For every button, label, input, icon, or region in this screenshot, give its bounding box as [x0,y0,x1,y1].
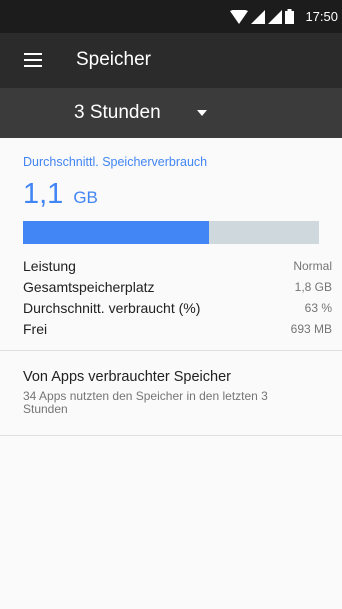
apps-memory-item[interactable]: Von Apps verbrauchter Speicher 34 Apps n… [0,351,342,435]
menu-icon[interactable] [22,50,46,70]
memory-usage-fill [23,221,210,244]
memory-usage-bar [23,221,319,244]
status-time: 17:50 [305,9,338,24]
memory-stats: Leistung Normal Gesamtspeicherplatz 1,8 … [23,255,332,339]
stat-value-avg-used: 63 % [304,300,332,315]
avg-memory-value: 1,1 GB [23,178,98,211]
stat-row: Gesamtspeicherplatz 1,8 GB [23,276,332,297]
stat-label-total: Gesamtspeicherplatz [23,278,155,295]
app-bar: Speicher [0,33,342,88]
divider [0,435,342,436]
avg-memory-title: Durchschnittl. Speicherverbrauch [23,155,208,169]
stat-value-performance: Normal [293,258,332,273]
apps-memory-title: Von Apps verbrauchter Speicher [23,369,231,385]
status-icons: 17:50 [230,9,338,24]
stat-label-performance: Leistung [23,257,76,274]
wifi-icon [230,9,249,24]
apps-memory-subtitle: 34 Apps nutzten den Speicher in den letz… [23,389,268,416]
stat-value-total: 1,8 GB [294,279,332,294]
page-title: Speicher [76,49,151,70]
signal-icon [251,9,266,24]
avg-memory-number: 1,1 [23,178,64,210]
time-range-label: 3 Stunden [74,102,161,123]
status-bar: 17:50 [0,0,342,33]
stat-row: Leistung Normal [23,255,332,276]
stat-row: Durchschnitt. verbraucht (%) 63 % [23,297,332,318]
battery-icon [285,9,295,24]
stat-row: Frei 693 MB [23,318,332,339]
chevron-down-icon [197,110,207,116]
time-range-dropdown[interactable]: 3 Stunden [74,88,224,138]
stat-label-free: Frei [23,320,48,337]
avg-memory-unit: GB [73,188,98,207]
stat-value-free: 693 MB [290,321,332,336]
signal-icon [268,9,283,24]
time-range-bar: 3 Stunden [0,88,342,138]
stat-label-avg-used: Durchschnitt. verbraucht (%) [23,299,201,316]
